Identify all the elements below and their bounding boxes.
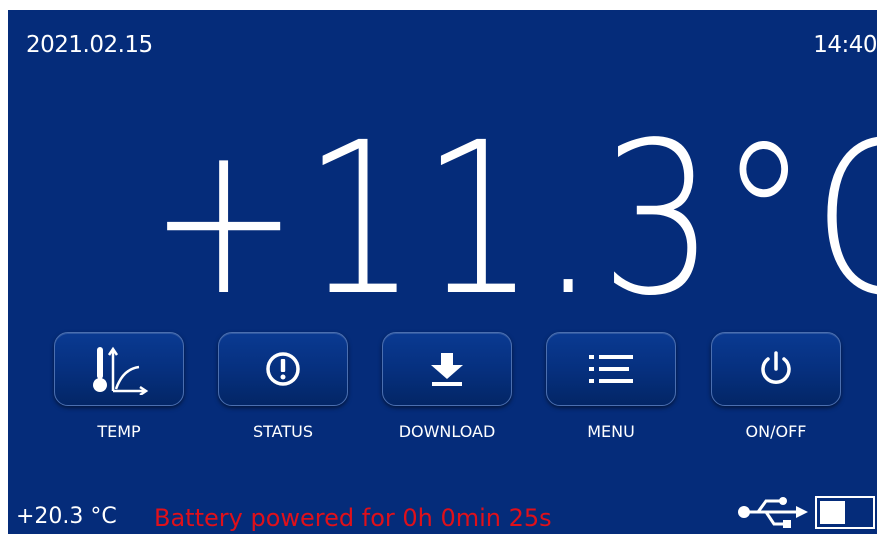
ambient-temperature: +20.3 °C xyxy=(16,504,117,529)
download-button[interactable] xyxy=(382,332,512,406)
download-label: DOWNLOAD xyxy=(398,422,496,441)
thermometer-chart-icon xyxy=(93,346,149,395)
usb-icon xyxy=(738,497,808,528)
battery-status-message: Battery powered for 0h 0min 25s xyxy=(154,504,552,532)
onoff-label: ON/OFF xyxy=(745,422,807,441)
time-display: 14:40 xyxy=(813,32,877,58)
status-label: STATUS xyxy=(252,422,314,441)
device-screen: 2021.02.15 14:40 +11.3°C TEMP STATUS DOW… xyxy=(8,10,877,534)
temperature-reading: +11.3°C xyxy=(148,97,877,342)
battery-icon xyxy=(815,496,875,529)
power-icon xyxy=(761,351,791,384)
menu-label: MENU xyxy=(587,422,635,441)
alert-circle-icon xyxy=(266,352,300,386)
download-icon xyxy=(431,353,463,386)
status-button[interactable] xyxy=(218,332,348,406)
menu-button[interactable] xyxy=(546,332,676,406)
date-display: 2021.02.15 xyxy=(26,32,153,58)
temp-button[interactable] xyxy=(54,332,184,406)
onoff-button[interactable] xyxy=(711,332,841,406)
list-menu-icon xyxy=(589,355,633,383)
battery-level-fill xyxy=(820,501,845,524)
temp-label: TEMP xyxy=(97,422,141,441)
